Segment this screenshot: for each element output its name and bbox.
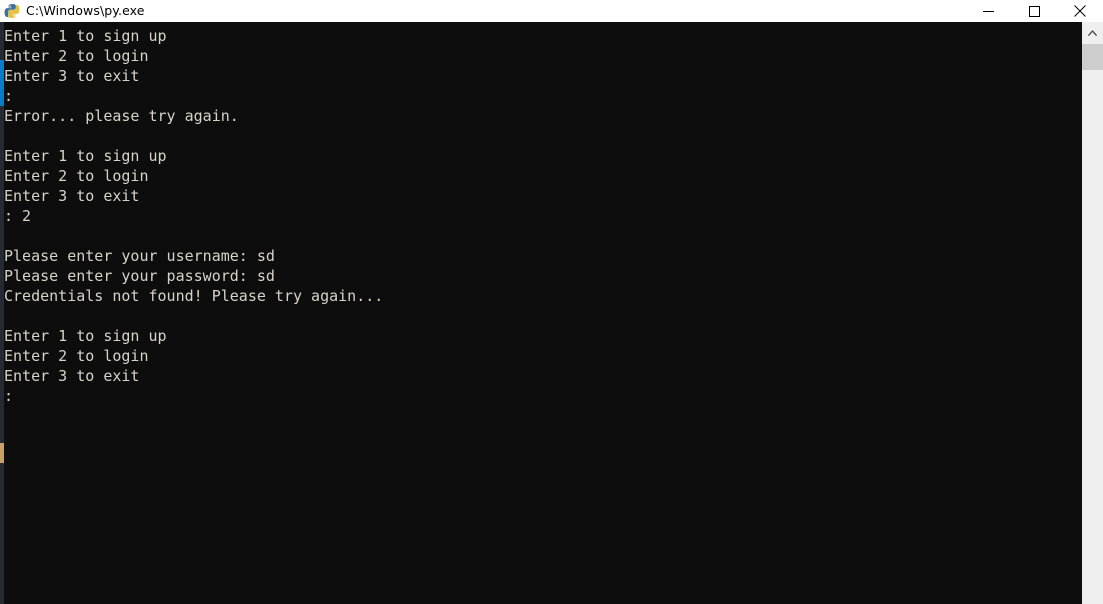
minimize-button[interactable] [965, 0, 1011, 22]
console-text: Enter 1 to sign up Enter 2 to login Ente… [4, 27, 384, 405]
console-window: C:\Windows\py.exe Enter 1 to sign up Ent… [0, 0, 1103, 604]
maximize-icon [1028, 5, 1040, 17]
title-bar[interactable]: C:\Windows\py.exe [0, 0, 1103, 22]
chevron-up-icon [1088, 29, 1097, 36]
maximize-button[interactable] [1011, 0, 1057, 22]
console-output-area[interactable]: Enter 1 to sign up Enter 2 to login Ente… [4, 22, 1082, 604]
scroll-up-button[interactable] [1082, 22, 1103, 43]
window-title: C:\Windows\py.exe [26, 3, 145, 18]
close-button[interactable] [1057, 0, 1103, 22]
window-controls [965, 0, 1103, 22]
scrollbar-thumb[interactable] [1082, 44, 1103, 70]
python-logo-icon [4, 4, 20, 18]
close-icon [1074, 5, 1086, 17]
scrollbar-track[interactable] [1082, 70, 1103, 604]
minimize-icon [982, 10, 994, 12]
vertical-scrollbar[interactable] [1082, 22, 1103, 604]
